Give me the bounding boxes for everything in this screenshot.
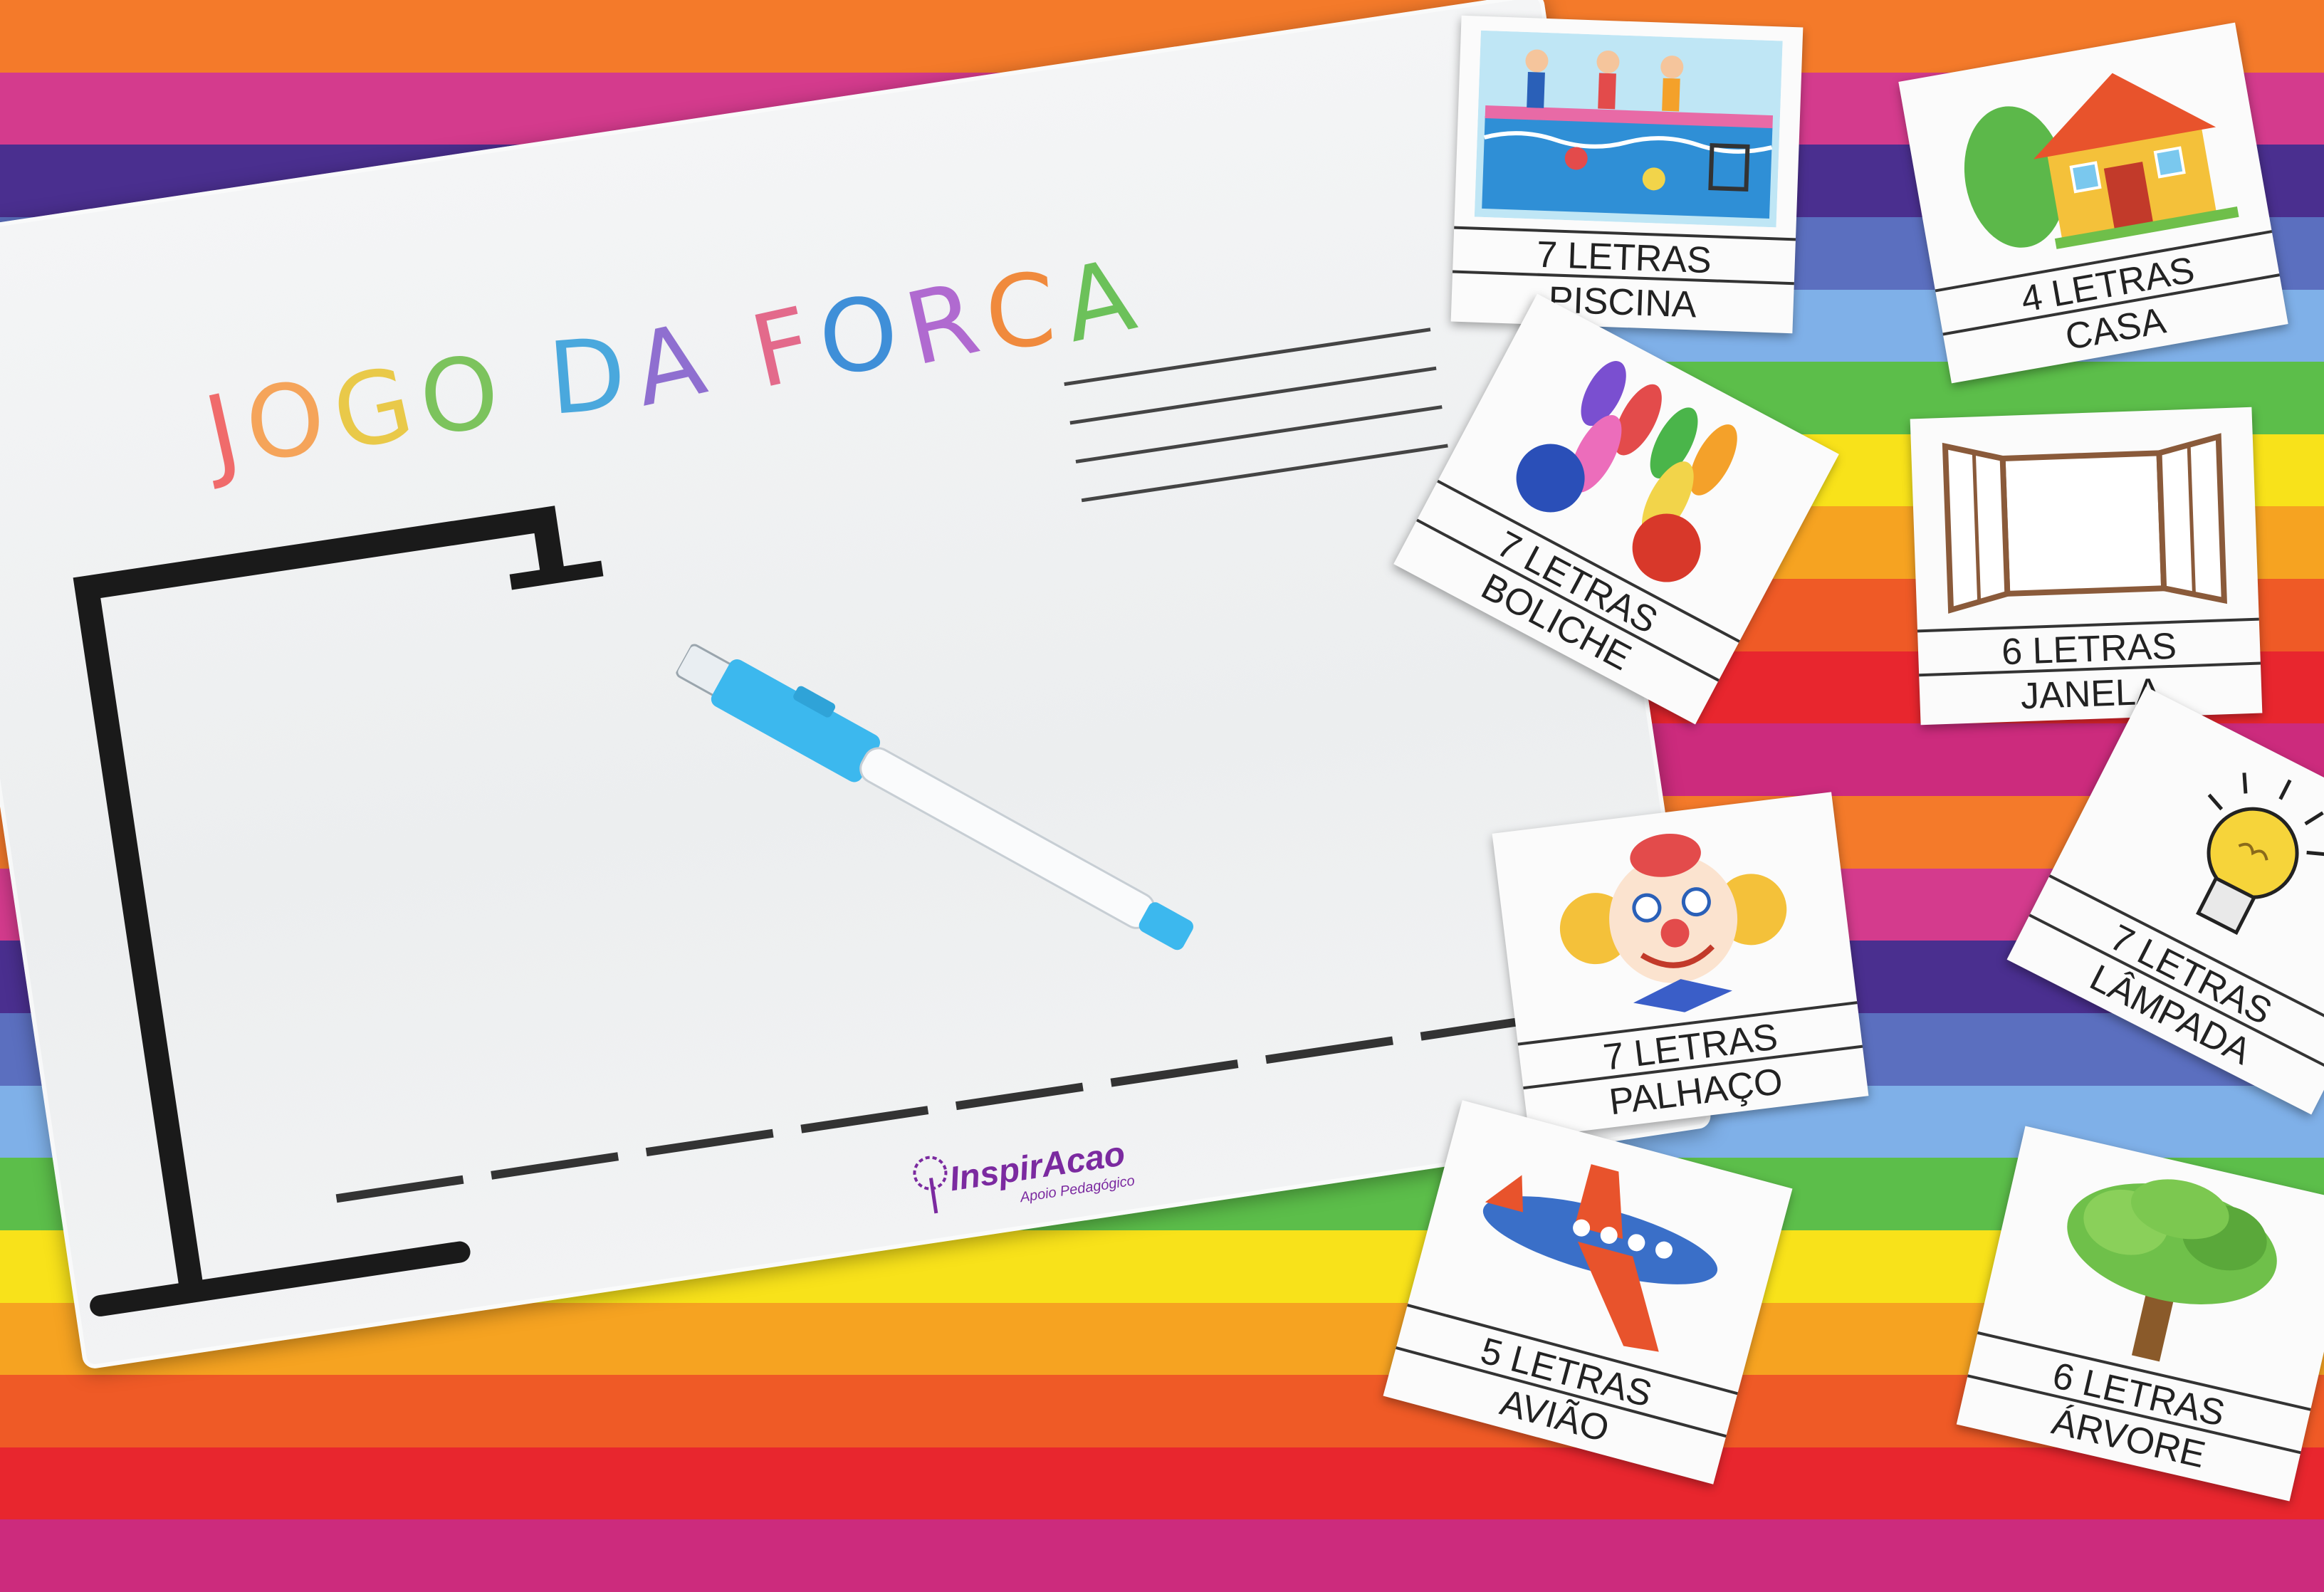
- title-letter: O: [415, 334, 513, 457]
- title-letter: D: [544, 315, 640, 439]
- clown-icon: [1559, 834, 1787, 1012]
- gallows-hook: [509, 560, 604, 590]
- swimming-pool-icon: [1474, 30, 1783, 228]
- title-letter: O: [241, 360, 340, 483]
- title-letter: G: [322, 342, 433, 475]
- word-card-casa[interactable]: 4 LETRAS CASA: [1898, 22, 2288, 384]
- gallows-post: [73, 506, 565, 1294]
- word-card-palhaco[interactable]: 7 LETRAS PALHAÇO: [1492, 792, 1869, 1138]
- gallows-base: [90, 1241, 471, 1316]
- word-card-piscina[interactable]: 7 LETRAS PISCINA: [1450, 15, 1804, 334]
- window-icon: [1942, 433, 2227, 614]
- word-card-janela[interactable]: 6 LETRAS JANELA: [1910, 407, 2263, 726]
- title-letter: O: [815, 274, 913, 398]
- house-icon: [1964, 73, 2239, 249]
